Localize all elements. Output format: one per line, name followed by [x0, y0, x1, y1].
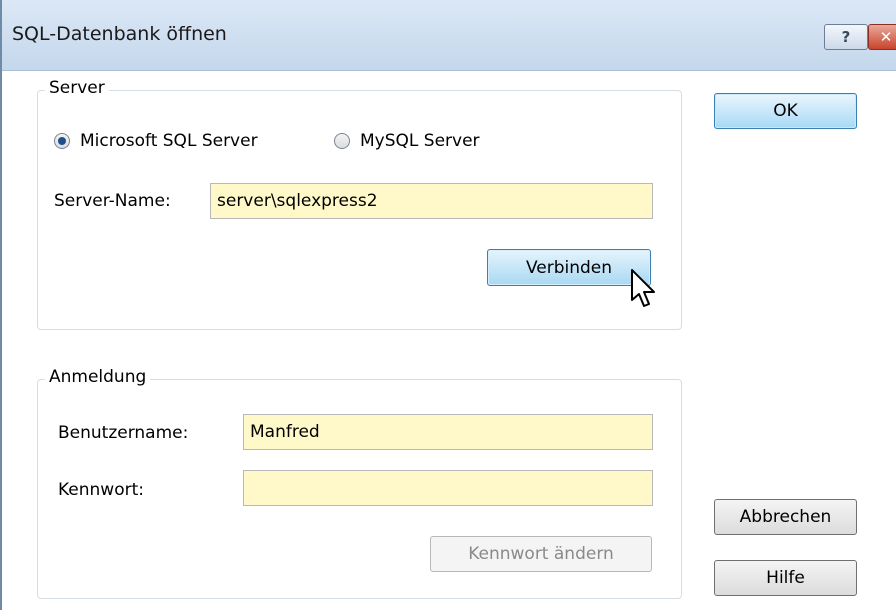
cancel-button[interactable]: Abbrechen: [714, 499, 857, 535]
radio-mysql-indicator[interactable]: [334, 133, 350, 149]
radio-mssql-indicator[interactable]: [54, 133, 70, 149]
ok-button-label: OK: [773, 101, 798, 121]
radio-mssql-label: Microsoft SQL Server: [80, 131, 258, 151]
radio-mysql-label: MySQL Server: [360, 131, 480, 151]
username-label: Benutzername:: [58, 423, 189, 443]
help-title-button[interactable]: ?: [824, 24, 868, 50]
server-name-input[interactable]: [210, 183, 653, 219]
radio-mssql[interactable]: Microsoft SQL Server: [54, 131, 258, 151]
password-label: Kennwort:: [58, 480, 144, 500]
change-password-button: Kennwort ändern: [430, 536, 652, 572]
login-group-label: Anmeldung: [45, 367, 151, 387]
ok-button[interactable]: OK: [714, 93, 857, 129]
server-group: Server Microsoft SQL Server MySQL Server…: [37, 78, 682, 330]
help-button-label: Hilfe: [766, 568, 805, 588]
radio-mysql[interactable]: MySQL Server: [334, 131, 480, 151]
server-group-label: Server: [45, 78, 109, 98]
login-group: Anmeldung Benutzername: Kennwort: Kennwo…: [37, 367, 682, 599]
change-password-label: Kennwort ändern: [468, 544, 614, 564]
connect-button[interactable]: Verbinden: [487, 249, 651, 286]
password-input[interactable]: [243, 470, 653, 506]
connect-button-label: Verbinden: [525, 257, 613, 278]
close-button[interactable]: ✕: [868, 24, 896, 50]
username-input[interactable]: [243, 414, 653, 450]
close-icon: ✕: [879, 28, 893, 46]
question-icon: ?: [841, 28, 851, 46]
title-bar: SQL-Datenbank öffnen ? ✕: [2, 0, 896, 71]
window-title: SQL-Datenbank öffnen: [12, 23, 227, 45]
dialog-window: SQL-Datenbank öffnen ? ✕ Server Microsof…: [0, 0, 896, 610]
mouse-pointer-icon: [631, 269, 655, 307]
cancel-button-label: Abbrechen: [739, 507, 832, 527]
server-name-label: Server-Name:: [54, 191, 171, 211]
help-button[interactable]: Hilfe: [714, 560, 857, 596]
